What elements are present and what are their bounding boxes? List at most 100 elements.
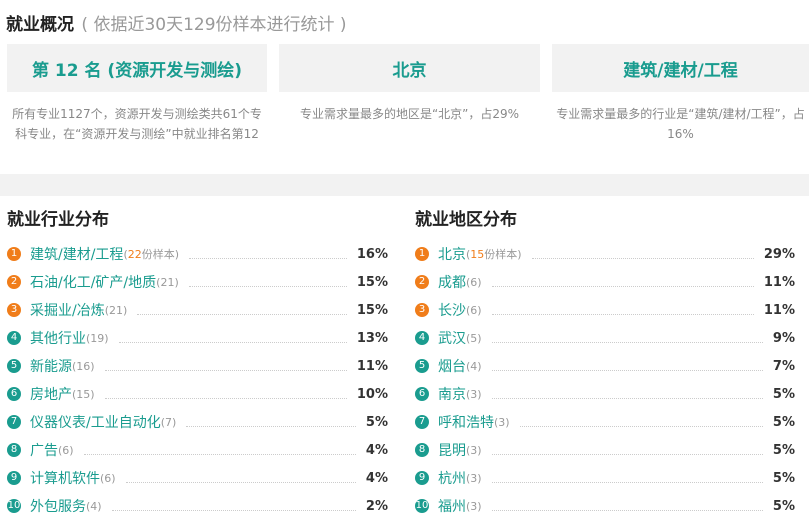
- dotted-leader: [104, 397, 347, 399]
- rank-badge: 10: [415, 499, 429, 513]
- industry-row: 7 仪器仪表/工业自动化 (7) 5%: [7, 408, 388, 436]
- rank-badge: 6: [415, 387, 429, 401]
- dotted-leader: [137, 313, 347, 315]
- sample-count: (3): [494, 415, 510, 429]
- rank-badge: 10: [7, 499, 21, 513]
- percentage: 11%: [763, 274, 795, 290]
- industry-item-link[interactable]: 建筑/建材/工程: [30, 244, 123, 264]
- sample-count: 22: [127, 247, 142, 261]
- industry-item-link[interactable]: 石油/化工/矿产/地质: [30, 272, 156, 292]
- region-row: 6 南京 (3) 5%: [415, 380, 795, 408]
- sample-count: 15: [470, 247, 485, 261]
- region-item-link[interactable]: 北京: [438, 244, 466, 264]
- region-item-link[interactable]: 昆明: [438, 440, 466, 460]
- rank-badge: 5: [7, 359, 21, 373]
- industry-item-link[interactable]: 仪器仪表/工业自动化: [30, 412, 161, 432]
- card-industry-title: 建筑/建材/工程: [552, 44, 809, 92]
- sample-count: (6): [466, 275, 482, 289]
- region-row: 7 呼和浩特 (3) 5%: [415, 408, 795, 436]
- dotted-leader: [519, 425, 763, 427]
- percentage: 29%: [763, 246, 795, 262]
- region-item-link[interactable]: 成都: [438, 272, 466, 292]
- industry-item-link[interactable]: 广告: [30, 440, 58, 460]
- percentage: 5%: [772, 470, 795, 486]
- industry-row: 10 外包服务 (4) 2%: [7, 492, 388, 520]
- dotted-leader: [125, 481, 356, 483]
- sample-count: (4): [86, 499, 102, 513]
- industry-row: 5 新能源 (16) 11%: [7, 352, 388, 380]
- region-item-link[interactable]: 福州: [438, 496, 466, 516]
- sample-count: (4): [466, 359, 482, 373]
- region-heading: 就业地区分布: [415, 210, 517, 230]
- industry-row: 2 石油/化工/矿产/地质 (21) 15%: [7, 268, 388, 296]
- industry-heading: 就业行业分布: [7, 210, 109, 230]
- industry-row: 4 其他行业 (19) 13%: [7, 324, 388, 352]
- rank-badge: 9: [415, 471, 429, 485]
- region-item-link[interactable]: 武汉: [438, 328, 466, 348]
- percentage: 5%: [772, 442, 795, 458]
- region-row: 2 成都 (6) 11%: [415, 268, 795, 296]
- region-item-link[interactable]: 长沙: [438, 300, 466, 320]
- sample-count: (7): [160, 415, 177, 429]
- industry-item-link[interactable]: 房地产: [30, 384, 72, 404]
- dotted-leader: [118, 341, 347, 343]
- rank-badge: 3: [415, 303, 429, 317]
- dotted-leader: [531, 257, 754, 259]
- percentage: 5%: [772, 498, 795, 514]
- region-row: 4 武汉 (5) 9%: [415, 324, 795, 352]
- region-row: 9 杭州 (3) 5%: [415, 464, 795, 492]
- region-row: 8 昆明 (3) 5%: [415, 436, 795, 464]
- region-row: 1 北京(15 份样本) 29%: [415, 240, 795, 268]
- percentage: 11%: [763, 302, 795, 318]
- industry-row: 9 计算机软件 (6) 4%: [7, 464, 388, 492]
- percentage: 15%: [356, 274, 388, 290]
- industry-item-link[interactable]: 新能源: [30, 356, 72, 376]
- rank-badge: 1: [7, 247, 21, 261]
- paren: ): [174, 247, 180, 261]
- industry-item-link[interactable]: 其他行业: [30, 328, 86, 348]
- percentage: 5%: [365, 414, 388, 430]
- percentage: 9%: [772, 330, 795, 346]
- industry-item-link[interactable]: 计算机软件: [30, 468, 100, 488]
- dotted-leader: [111, 509, 356, 511]
- industry-item-link[interactable]: 采掘业/冶炼: [30, 300, 105, 320]
- dotted-leader: [83, 453, 356, 455]
- dotted-leader: [491, 481, 763, 483]
- card-rank: 第 12 名 (资源开发与测绘) 所有专业1127个，资源开发与测绘类共61个专…: [7, 44, 267, 174]
- percentage: 5%: [772, 414, 795, 430]
- region-item-link[interactable]: 杭州: [438, 468, 466, 488]
- card-region-desc: 专业需求量最多的地区是“北京”，占29%: [299, 107, 520, 121]
- sample-count: (21): [156, 275, 179, 289]
- section-divider: [0, 174, 809, 196]
- overview-cards: 第 12 名 (资源开发与测绘) 所有专业1127个，资源开发与测绘类共61个专…: [0, 44, 809, 174]
- region-item-link[interactable]: 呼和浩特: [438, 412, 494, 432]
- percentage: 2%: [365, 498, 388, 514]
- dotted-leader: [104, 369, 347, 371]
- card-industry: 建筑/建材/工程 专业需求量最多的行业是“建筑/建材/工程”，占16%: [552, 44, 809, 174]
- dotted-leader: [491, 285, 754, 287]
- card-industry-desc: 专业需求量最多的行业是“建筑/建材/工程”，占16%: [556, 107, 805, 141]
- industry-item-link[interactable]: 外包服务: [30, 496, 86, 516]
- percentage: 15%: [356, 302, 388, 318]
- sample-count: (15): [72, 387, 95, 401]
- dotted-leader: [189, 257, 347, 259]
- rank-badge: 8: [415, 443, 429, 457]
- region-row: 10 福州 (3) 5%: [415, 492, 795, 520]
- dotted-leader: [491, 341, 763, 343]
- region-item-link[interactable]: 烟台: [438, 356, 466, 376]
- region-item-link[interactable]: 南京: [438, 384, 466, 404]
- rank-badge: 1: [415, 247, 429, 261]
- percentage: 11%: [356, 358, 388, 374]
- rank-badge: 9: [7, 471, 21, 485]
- percentage: 10%: [356, 386, 388, 402]
- card-rank-desc: 所有专业1127个，资源开发与测绘类共61个专科专业，在“资源开发与测绘”中就业…: [12, 107, 262, 141]
- industry-row: 6 房地产 (15) 10%: [7, 380, 388, 408]
- percentage: 4%: [365, 442, 388, 458]
- rank-badge: 4: [7, 331, 21, 345]
- dotted-leader: [491, 453, 763, 455]
- sample-count: (6): [58, 443, 74, 457]
- sample-count: (3): [466, 387, 482, 401]
- overview-title: 就业概况: [6, 15, 74, 35]
- rank-badge: 2: [7, 275, 21, 289]
- card-region: 北京 专业需求量最多的地区是“北京”，占29%: [279, 44, 540, 174]
